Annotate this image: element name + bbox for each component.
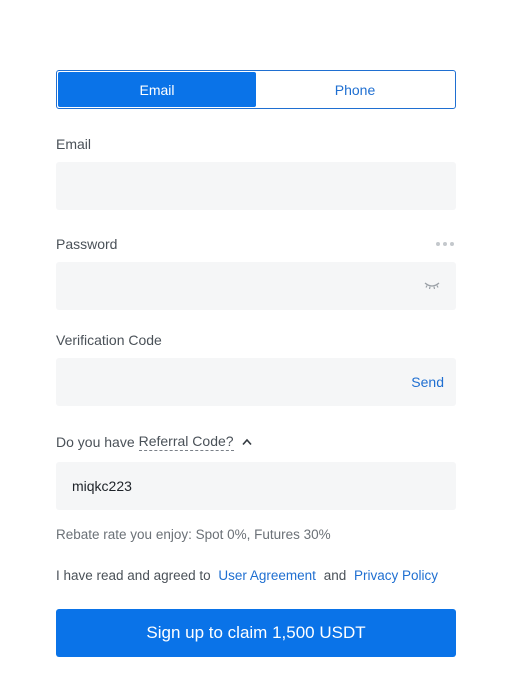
signup-submit-button[interactable]: Sign up to claim 1,500 USDT bbox=[56, 609, 456, 657]
user-agreement-link[interactable]: User Agreement bbox=[218, 568, 316, 583]
referral-toggle: Do you have Referral Code? bbox=[56, 432, 456, 452]
chevron-up-icon[interactable] bbox=[241, 438, 252, 446]
agreement-conjunction: and bbox=[323, 568, 347, 583]
email-input[interactable] bbox=[56, 162, 456, 210]
agreement-prefix: I have read and agreed to bbox=[56, 568, 211, 583]
rebate-rate-text: Rebate rate you enjoy: Spot 0%, Futures … bbox=[56, 527, 331, 542]
password-label-row: Password bbox=[56, 234, 456, 254]
password-label: Password bbox=[56, 236, 118, 252]
verification-code-input[interactable] bbox=[56, 358, 456, 406]
referral-question: Do you have bbox=[56, 434, 135, 450]
password-field[interactable] bbox=[56, 262, 456, 310]
password-input[interactable] bbox=[56, 262, 456, 310]
verification-label-row: Verification Code bbox=[56, 330, 456, 350]
email-label: Email bbox=[56, 136, 92, 152]
send-code-button[interactable]: Send bbox=[411, 358, 444, 406]
privacy-policy-link[interactable]: Privacy Policy bbox=[354, 568, 438, 583]
referral-code-input[interactable] bbox=[56, 462, 456, 510]
more-dots-icon bbox=[436, 242, 454, 246]
email-label-row: Email bbox=[56, 134, 456, 154]
eye-closed-icon[interactable] bbox=[424, 279, 440, 291]
tab-phone[interactable]: Phone bbox=[256, 72, 454, 107]
signup-method-tabs: Email Phone bbox=[56, 70, 456, 109]
signup-form: Email Phone Email Password Verification … bbox=[56, 70, 456, 657]
tab-email[interactable]: Email bbox=[58, 72, 256, 107]
agreement-text: I have read and agreed to User Agreement… bbox=[56, 566, 456, 586]
verification-label: Verification Code bbox=[56, 332, 162, 348]
referral-code-field[interactable] bbox=[56, 462, 456, 510]
verification-code-field[interactable]: Send bbox=[56, 358, 456, 406]
referral-code-link[interactable]: Referral Code? bbox=[138, 433, 234, 451]
email-field[interactable] bbox=[56, 162, 456, 210]
